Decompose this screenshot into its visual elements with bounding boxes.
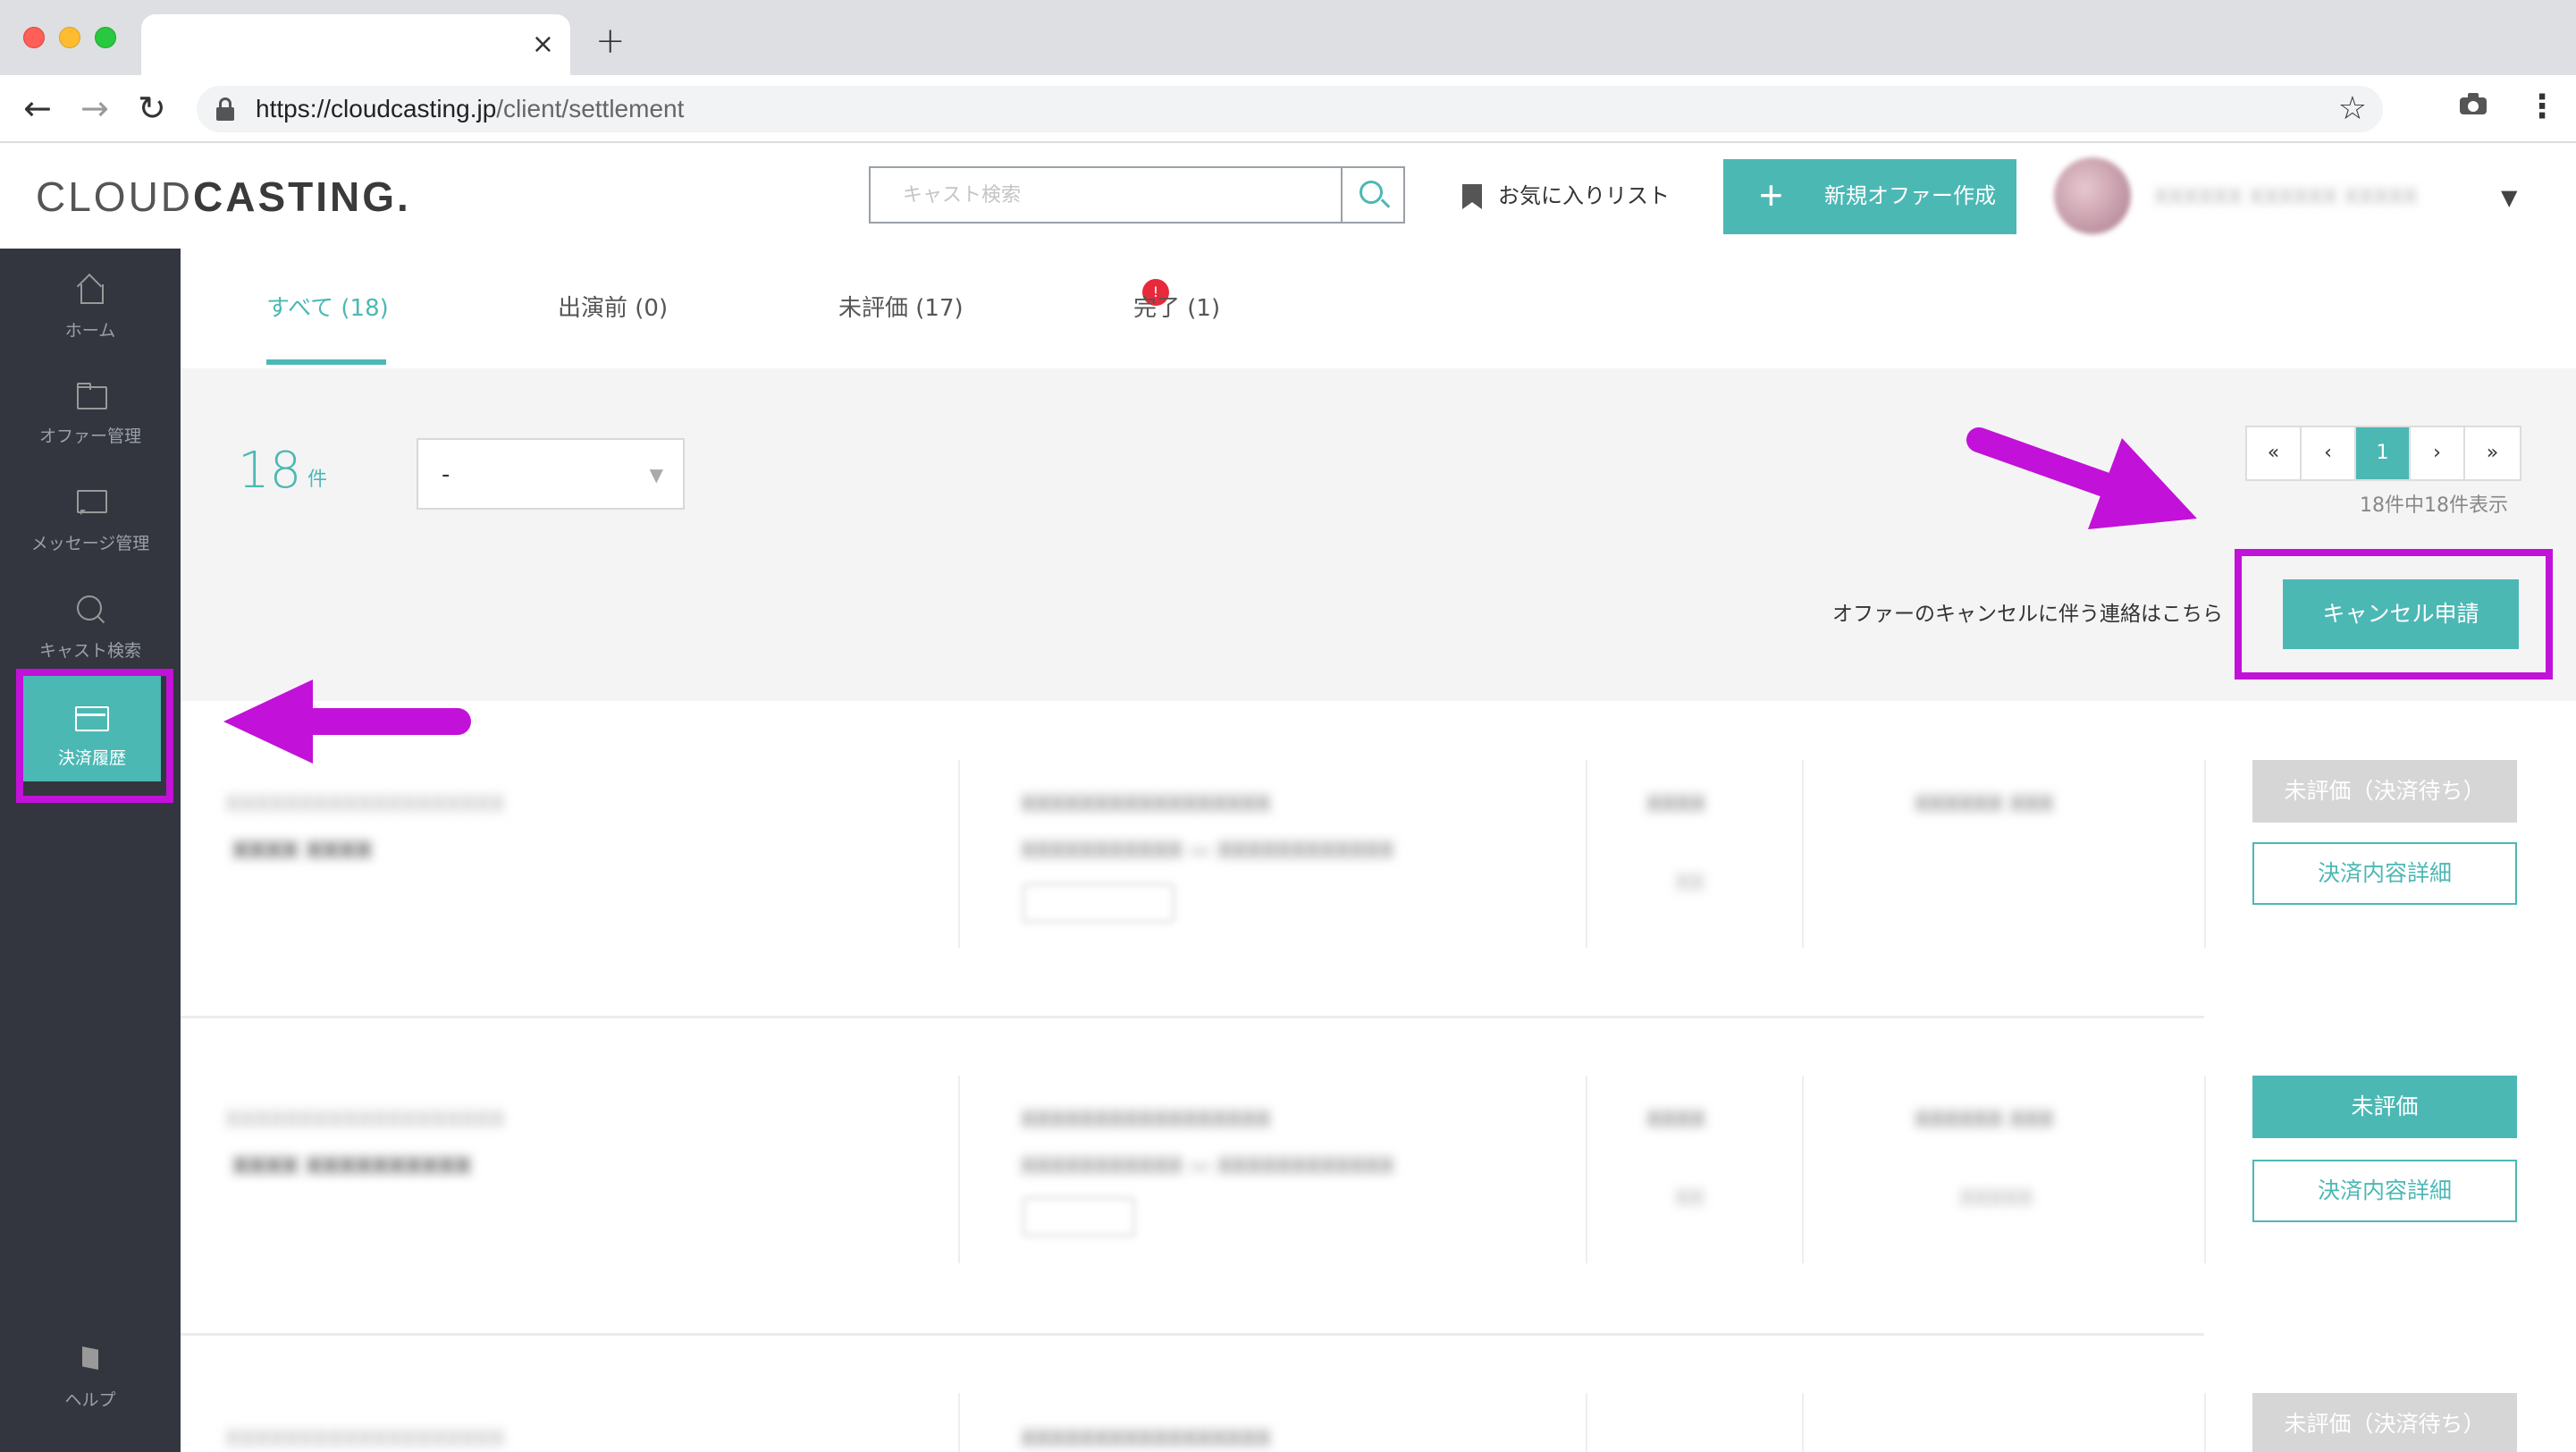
row-id-redacted: XXXXXXXXXXXXXXXXXXX (225, 1426, 505, 1451)
message-icon (75, 486, 107, 517)
sidebar-item-offers[interactable]: オファー管理 (0, 354, 181, 460)
tab-all[interactable]: すべて (18) (266, 293, 389, 324)
row-status-redacted: XXXXXX XXX (1915, 791, 2054, 816)
page-prev-button[interactable]: ‹ (2302, 427, 2356, 479)
active-tab-underline (266, 359, 386, 365)
search-icon (1360, 181, 1383, 204)
sidebar-item-cast-search[interactable]: キャスト検索 (0, 569, 181, 674)
tab-close-icon[interactable]: × (532, 27, 554, 63)
payment-detail-button[interactable]: 決済内容詳細 (2252, 842, 2517, 905)
forward-arrow-icon[interactable]: → (80, 88, 109, 129)
row-date-redacted: XXXXXXXXXXXXXXXXX (1021, 1426, 1271, 1451)
bookmark-icon[interactable] (1462, 184, 1482, 209)
row-tag-redacted (1162, 1197, 1284, 1237)
folder-icon (75, 379, 107, 409)
tab-unrated[interactable]: 未評価 (17) (838, 293, 964, 324)
annotation-arrow-left (223, 680, 471, 764)
annotation-arrow-right (1966, 427, 2197, 529)
search-icon (75, 594, 105, 624)
tab-before-performance[interactable]: 出演前 (0) (558, 293, 668, 324)
filter-select[interactable]: - ▼ (417, 438, 685, 510)
window-minimize-button[interactable] (59, 27, 80, 48)
sidebar-item-label: ヘルプ (64, 1390, 116, 1410)
filter-select-value: - (442, 461, 450, 488)
favorites-link[interactable]: お気に入りリスト (1498, 181, 1670, 211)
summary-area (181, 368, 2576, 701)
new-offer-button[interactable]: + 新規オファー作成 (1723, 159, 2016, 234)
row-amount-redacted: XXXX (1646, 1107, 1705, 1132)
back-arrow-icon[interactable]: ← (23, 88, 52, 129)
row-sub-redacted: XXXXX (1959, 1186, 2033, 1211)
pagination: « ‹ 1 › » (2245, 426, 2521, 481)
table-row: XXXXXXXXXXXXXXXXXXX XXXXXXXXXXXXXXXXX 未評… (181, 1336, 2576, 1452)
row-status-button: 未評価（決済待ち） (2252, 1393, 2517, 1452)
row-sub-redacted: XX (1675, 1186, 1705, 1211)
avatar[interactable] (2054, 157, 2131, 234)
sidebar-item-home[interactable]: ホーム (0, 249, 181, 354)
table-row: XXXXXXXXXXXXXXXXXXX XXXX XXXX XXXXXXXXXX… (181, 701, 2576, 1016)
sidebar-item-label: メッセージ管理 (30, 534, 150, 553)
status-tabs: すべて (18) 出演前 (0) 未評価 (17) ! 完了 (1) (181, 249, 2576, 368)
page-last-button[interactable]: » (2465, 427, 2520, 479)
page-current-button[interactable]: 1 (2356, 427, 2411, 479)
table-row: XXXXXXXXXXXXXXXXXXX XXXX XXXXXXXXXX XXXX… (181, 1018, 2576, 1333)
sidebar: ホーム オファー管理 メッセージ管理 キャスト検索 決済履歴 ヘルプ (0, 249, 181, 1452)
row-status-redacted: XXXXXX XXX (1915, 1107, 2054, 1132)
app-header: CLOUDCASTING. お気に入りリスト +新規オファー作成 XXXXXX … (0, 143, 2576, 249)
browser-menu-icon[interactable]: ⋮ (2526, 89, 2558, 125)
cancel-note-text: オファーのキャンセルに伴う連絡はこちら (1832, 603, 2223, 626)
bookmark-star-icon[interactable]: ☆ (2338, 91, 2367, 127)
home-icon (75, 274, 105, 304)
window-close-button[interactable] (23, 27, 45, 48)
browser-tab-bar: × + (0, 0, 2576, 75)
page-first-button[interactable]: « (2247, 427, 2302, 479)
row-date-redacted: XXXXXXXXXXXXXXXXX (1021, 791, 1271, 816)
sidebar-item-messages[interactable]: メッセージ管理 (0, 461, 181, 567)
annotation-highlight-sidebar (16, 669, 173, 803)
row-sub-redacted: XX (1675, 870, 1705, 895)
help-book-icon (75, 1343, 105, 1373)
row-id-redacted: XXXXXXXXXXXXXXXXXXX (225, 1107, 505, 1132)
reload-icon[interactable]: ↻ (138, 88, 166, 129)
sidebar-item-help[interactable]: ヘルプ (0, 1318, 181, 1423)
chevron-down-icon: ▼ (649, 464, 663, 485)
cast-search-box (869, 166, 1405, 224)
pagination-summary: 18件中18件表示 (2360, 494, 2508, 517)
account-dropdown-caret-icon[interactable]: ▼ (2501, 184, 2517, 211)
url-field[interactable]: https://cloudcasting.jp/client/settlemen… (197, 86, 2383, 132)
camera-icon[interactable] (2460, 93, 2487, 114)
payment-detail-button[interactable]: 決済内容詳細 (2252, 1160, 2517, 1222)
cloudcasting-logo[interactable]: CLOUDCASTING. (36, 173, 411, 220)
plus-icon: + (1759, 172, 1783, 218)
row-tag-redacted (1023, 1197, 1135, 1237)
browser-tab[interactable]: × (141, 14, 570, 75)
row-date-redacted: XXXXXXXXXXXXXXXXX (1021, 1107, 1271, 1132)
address-bar: ← → ↻ https://cloudcasting.jp/client/set… (0, 75, 2576, 143)
row-amount-redacted: XXXX (1646, 791, 1705, 816)
cast-search-input[interactable] (871, 168, 1343, 222)
row-status-button: 未評価（決済待ち） (2252, 760, 2517, 823)
row-id-redacted: XXXXXXXXXXXXXXXXXXX (225, 791, 505, 816)
row-tag-redacted (1023, 883, 1174, 923)
row-title-redacted: XXXX XXXX (232, 838, 373, 863)
search-button[interactable] (1341, 168, 1403, 222)
row-deadline-redacted: XXXXXXXXXXX — XXXXXXXXXXXX (1021, 838, 1394, 863)
lock-icon (216, 97, 234, 121)
result-count: 18 (238, 442, 302, 500)
sidebar-item-label: キャスト検索 (38, 641, 141, 661)
result-count-unit: 件 (307, 469, 328, 491)
row-deadline-redacted: XXXXXXXXXXX — XXXXXXXXXXXX (1021, 1153, 1394, 1178)
annotation-highlight-cancel (2235, 549, 2553, 680)
rate-button[interactable]: 未評価 (2252, 1076, 2517, 1138)
page-next-button[interactable]: › (2411, 427, 2465, 479)
url-text: https://cloudcasting.jp/client/settlemen… (256, 95, 685, 122)
sidebar-item-label: オファー管理 (38, 426, 141, 446)
account-name-redacted[interactable]: XXXXXX XXXXXX XXXXX (2154, 182, 2418, 211)
tab-completed[interactable]: 完了 (1) (1133, 293, 1220, 324)
sidebar-item-label: ホーム (64, 321, 116, 341)
new-tab-button[interactable]: + (595, 23, 626, 59)
window-zoom-button[interactable] (95, 27, 116, 48)
row-title-redacted: XXXX XXXXXXXXXX (232, 1153, 472, 1178)
